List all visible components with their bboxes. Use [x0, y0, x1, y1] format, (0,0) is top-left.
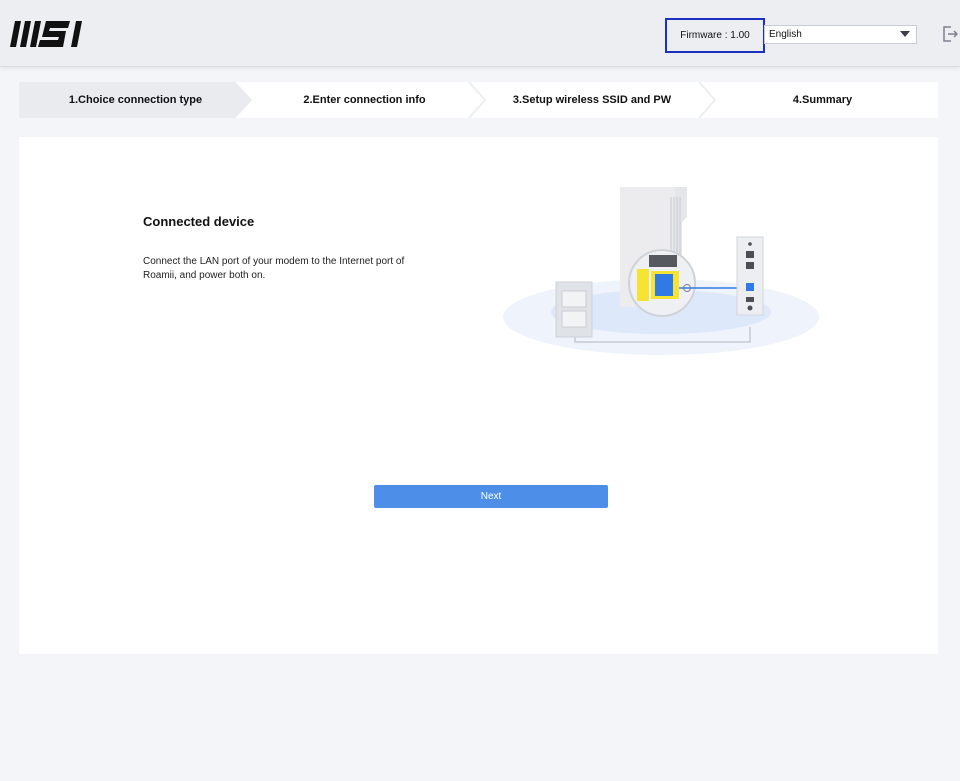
main-card: Connected device Connect the LAN port of… — [19, 137, 938, 654]
wizard-steps: 1.Choice connection type 2.Enter connect… — [19, 82, 938, 118]
firmware-version: Firmware : 1.00 — [665, 18, 765, 53]
instruction-text: Connect the LAN port of your modem to th… — [143, 256, 405, 281]
language-select[interactable]: English — [764, 25, 917, 44]
logout-icon[interactable] — [942, 25, 958, 43]
connection-diagram-illustration — [503, 187, 819, 355]
step-label: 2.Enter connection info — [303, 94, 426, 106]
step-1-connection-type[interactable]: 1.Choice connection type — [19, 82, 252, 118]
step-label: 4.Summary — [792, 94, 853, 106]
msi-logo — [10, 21, 82, 47]
next-button[interactable]: Next — [374, 485, 608, 508]
language-selected: English — [769, 29, 802, 40]
step-3-wireless-setup[interactable]: 3.Setup wireless SSID and PW — [477, 82, 707, 118]
step-2-connection-info[interactable]: 2.Enter connection info — [252, 82, 477, 118]
page-title: Connected device — [143, 214, 255, 229]
step-label: 1.Choice connection type — [68, 94, 203, 106]
step-4-summary[interactable]: 4.Summary — [707, 82, 938, 118]
top-header: Firmware : 1.00 English — [0, 0, 960, 67]
chevron-down-icon — [900, 31, 910, 37]
step-label: 3.Setup wireless SSID and PW — [512, 94, 672, 106]
